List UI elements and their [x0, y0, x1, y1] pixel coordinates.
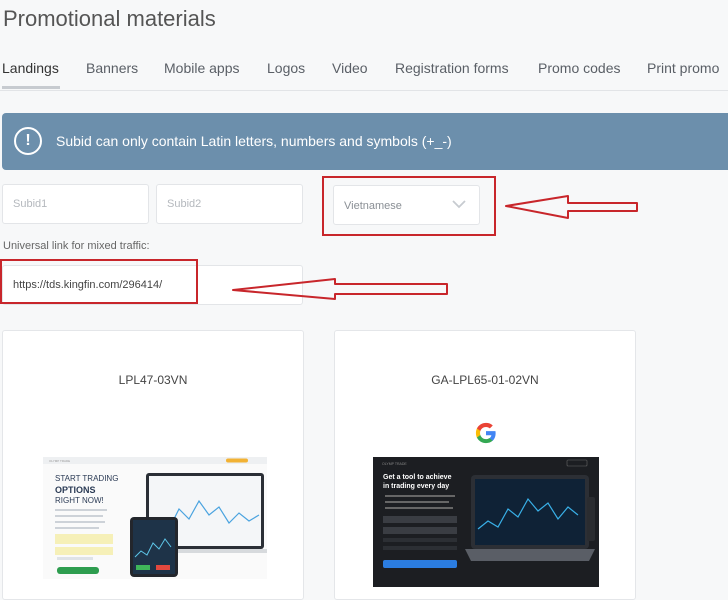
preview-heading-line3: RIGHT NOW! [55, 496, 104, 505]
landing-card-1[interactable]: LPL47-03VN OLYMP TRADE START TRADING OPT… [2, 330, 304, 600]
svg-text:OLYMP TRADE: OLYMP TRADE [49, 459, 70, 463]
landing-card-2[interactable]: GA-LPL65-01-02VN OLYMP TRADE Get a tool … [334, 330, 636, 600]
annotation-arrow-link [232, 278, 448, 300]
annotation-arrow-language [505, 195, 638, 219]
preview-heading-line2: OPTIONS [55, 485, 96, 495]
preview-heading-line2: in trading every day [383, 483, 449, 490]
google-icon [475, 422, 496, 444]
svg-text:OLYMP TRADE: OLYMP TRADE [382, 462, 407, 466]
preview-heading-line1: Get a tool to achieve [383, 474, 452, 481]
landing-card-name: LPL47-03VN [118, 373, 188, 387]
landing-preview-image-1: OLYMP TRADE START TRADING OPTIONS RIGHT … [43, 457, 267, 579]
landing-card-name: GA-LPL65-01-02VN [431, 373, 539, 387]
landing-preview-image-2: OLYMP TRADE Get a tool to achieve in tra… [373, 457, 599, 587]
preview-heading-line1: START TRADING [55, 474, 118, 483]
